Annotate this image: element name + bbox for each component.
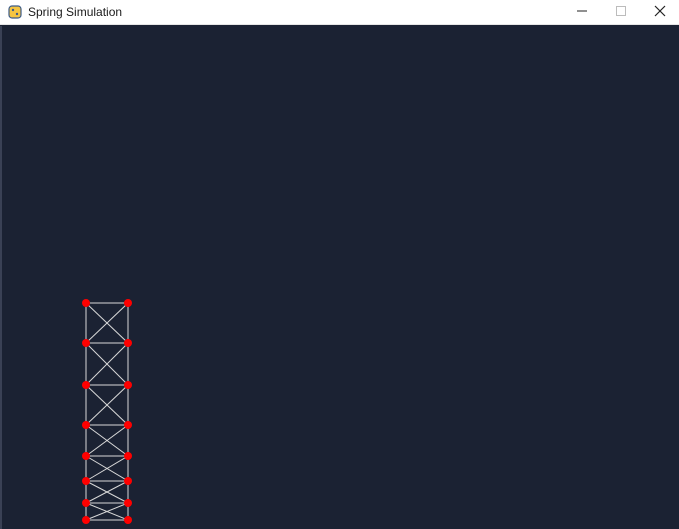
mass-node-5-right[interactable] <box>124 477 132 485</box>
mass-node-2-left[interactable] <box>82 381 90 389</box>
mass-node-6-right[interactable] <box>124 499 132 507</box>
mass-node-4-left[interactable] <box>82 452 90 460</box>
mass-node-6-left[interactable] <box>82 499 90 507</box>
mass-node-7-right[interactable] <box>124 516 132 524</box>
app-window: Spring Simulation <box>0 0 679 529</box>
mass-node-1-left[interactable] <box>82 339 90 347</box>
mass-node-0-right[interactable] <box>124 299 132 307</box>
mass-node-7-left[interactable] <box>82 516 90 524</box>
mass-node-4-right[interactable] <box>124 452 132 460</box>
spring-structure <box>82 299 132 524</box>
mass-node-3-left[interactable] <box>82 421 90 429</box>
mass-node-2-right[interactable] <box>124 381 132 389</box>
mass-node-1-right[interactable] <box>124 339 132 347</box>
mass-node-3-right[interactable] <box>124 421 132 429</box>
mass-node-5-left[interactable] <box>82 477 90 485</box>
mass-node-0-left[interactable] <box>82 299 90 307</box>
